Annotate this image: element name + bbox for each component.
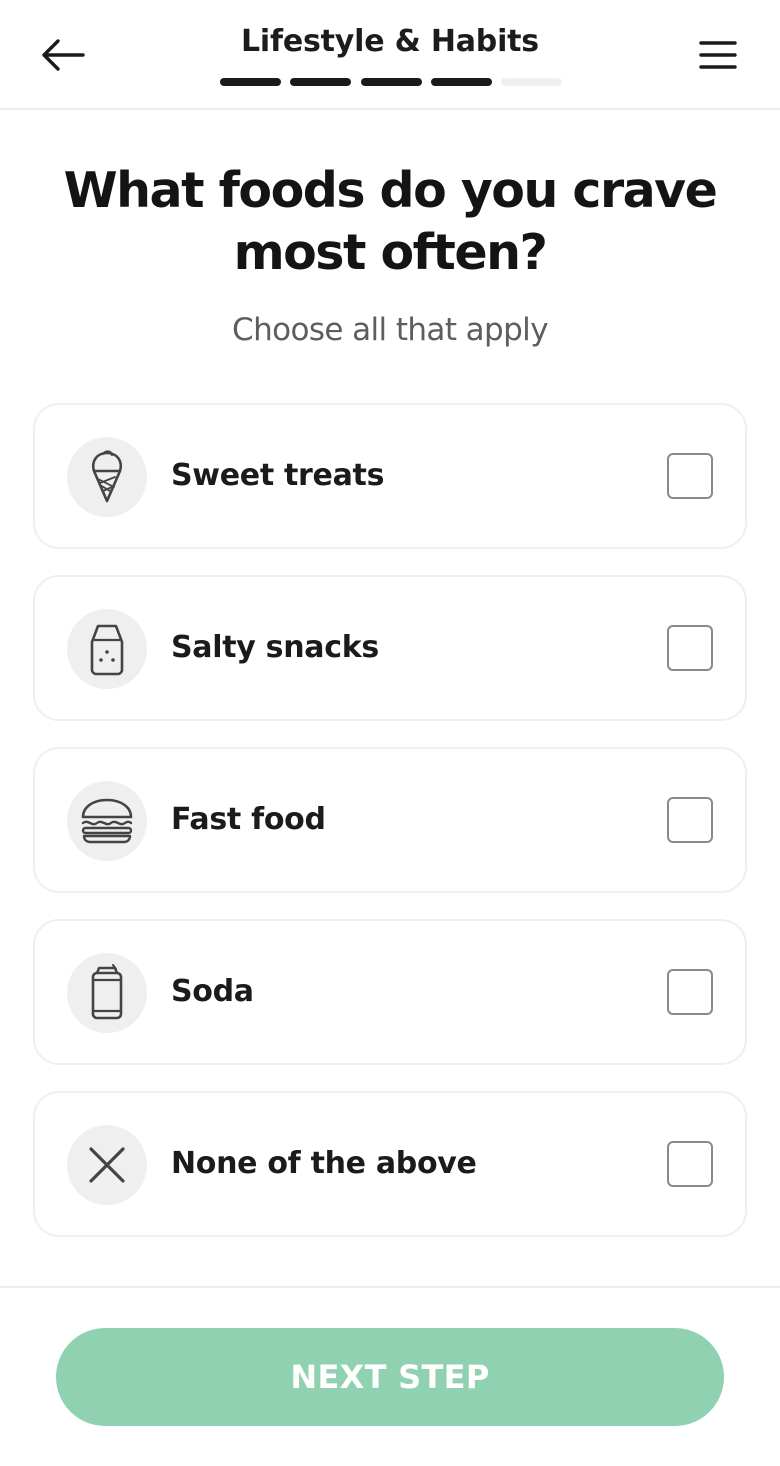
menu-button[interactable] [692,30,744,80]
salt-shaker-icon [67,609,147,689]
option-label: Soda [171,974,254,1009]
checkbox[interactable] [667,969,713,1015]
progress-segment-4 [430,78,492,86]
option-sweet-treats[interactable]: Sweet treats [33,403,747,549]
checkbox[interactable] [667,625,713,671]
option-label: Fast food [171,802,326,837]
option-label: None of the above [171,1146,477,1181]
option-label: Salty snacks [171,630,379,665]
top-header: Lifestyle & Habits [0,0,780,110]
option-fast-food[interactable]: Fast food [33,747,747,893]
footer-divider [0,1286,780,1288]
progress-segment-2 [290,78,352,86]
question-subtitle: Choose all that apply [232,312,549,348]
soda-can-icon [67,953,147,1033]
options-list: Sweet treats Salty snacks Fast food Soda… [33,403,747,1263]
progress-segment-1 [220,78,281,86]
option-salty-snacks[interactable]: Salty snacks [33,575,747,721]
burger-icon [67,781,147,861]
option-soda[interactable]: Soda [33,919,747,1065]
option-none-of-the-above[interactable]: None of the above [33,1091,747,1237]
checkbox[interactable] [667,797,713,843]
progress-segment-3 [360,78,422,86]
ice-cream-icon [67,437,147,517]
progress-segment-5 [501,78,562,86]
arrow-left-icon [42,39,85,71]
close-x-icon [67,1125,147,1205]
next-step-button[interactable]: NEXT STEP [56,1328,724,1426]
checkbox[interactable] [667,453,713,499]
hamburger-menu-icon [699,41,737,69]
header-title: Lifestyle & Habits [241,24,539,59]
step-progress [220,78,562,88]
question-title: What foods do you crave most often? [63,162,718,281]
back-button[interactable] [38,30,88,80]
option-label: Sweet treats [171,458,385,493]
checkbox[interactable] [667,1141,713,1187]
